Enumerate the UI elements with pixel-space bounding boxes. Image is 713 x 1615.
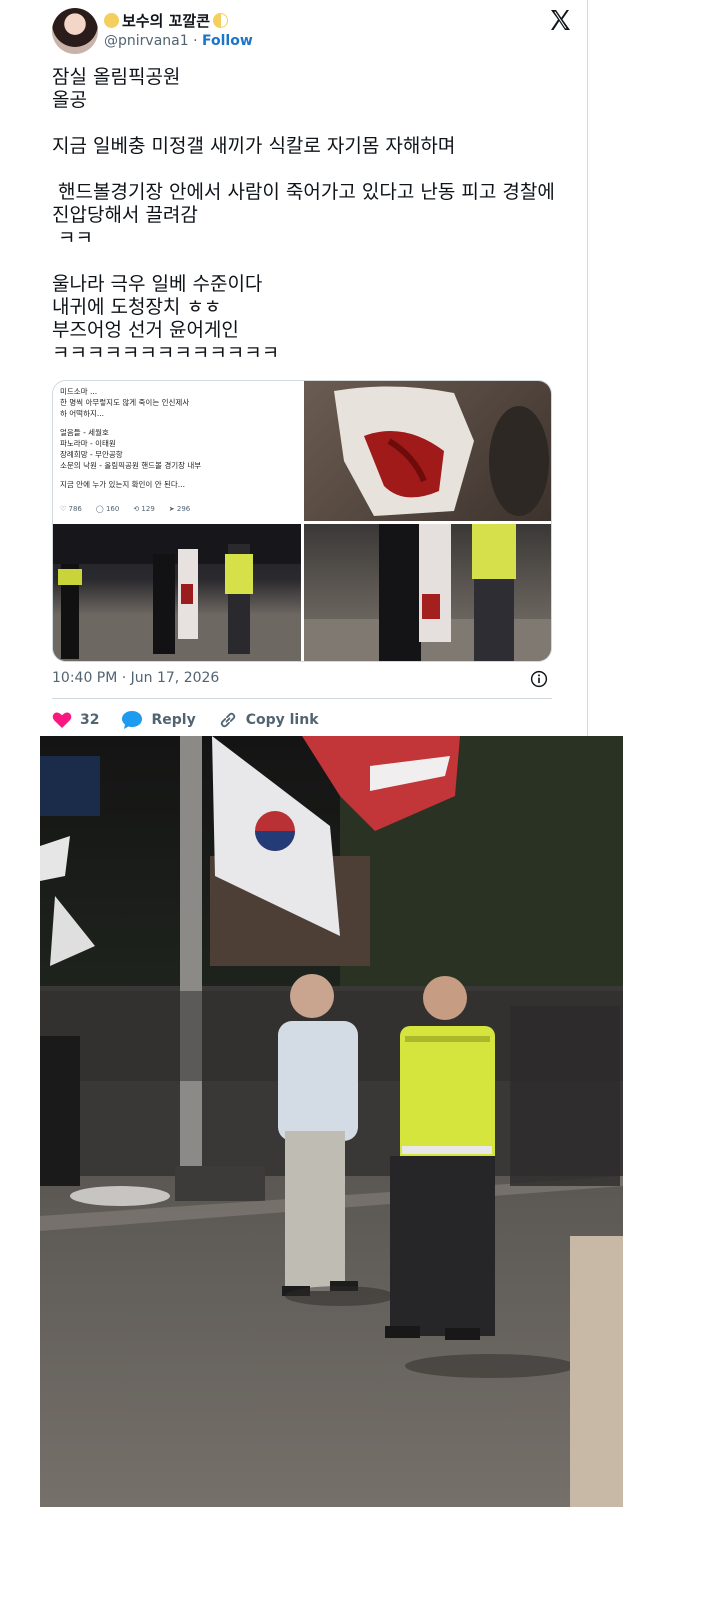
copy-link-button[interactable]: Copy link	[218, 710, 319, 730]
quote-line: 하 어떡하지...	[60, 409, 105, 418]
quote-stat-views: ➤ 296	[168, 505, 191, 513]
crowd-scene-image	[40, 736, 623, 1507]
display-name-line[interactable]: 보수의 꼬깔콘	[104, 10, 229, 31]
separator-dot: ·	[193, 33, 198, 49]
media-photo-bloody-shirt[interactable]	[304, 381, 551, 521]
follow-button[interactable]: Follow	[202, 33, 253, 49]
handle[interactable]: @pnirvana1	[104, 33, 189, 49]
bloody-shirt-image	[334, 386, 549, 516]
quote-line: 장례희망 - 무안공항	[60, 450, 123, 459]
info-icon[interactable]	[530, 670, 548, 688]
media-quote-screenshot[interactable]: 미드소마 ... 한 명씩 아무렇지도 않게 죽이는 인신제사하 어떡하지... 얼…	[53, 381, 301, 521]
quote-lines: 미드소마 ... 한 명씩 아무렇지도 않게 죽이는 인신제사하 어떡하지... 얼…	[60, 386, 294, 490]
quote-stat-replies: ◯ 160	[95, 505, 120, 513]
tweet-text-line: 핸드볼경기장 안에서 사람이 죽어가고 있다고 난동 피고 경찰에 진압당해서 …	[52, 181, 561, 226]
reply-button[interactable]: Reply	[121, 710, 196, 730]
quote-line: 한 명씩 아무렇지도 않게 죽이는 인신제사	[60, 398, 190, 407]
tweet-text-line: 올공	[52, 89, 87, 111]
quote-line: 소문의 낙원 - 올림픽공원 핸드볼 경기장 내부	[60, 461, 202, 470]
divider	[52, 698, 552, 699]
tweet-text-line: 부즈어엉 선거 윤어게인	[52, 319, 239, 341]
avatar[interactable]	[52, 8, 98, 54]
tweet-header: 보수의 꼬깔콘 @pnirvana1 · Follow	[52, 8, 572, 58]
display-name[interactable]: 보수의 꼬깔콘	[122, 10, 210, 31]
media-photo-police-1[interactable]	[53, 524, 301, 661]
quote-line: 지금 안에 누가 있는지 확인이 안 된다...	[60, 480, 185, 489]
tweet-text-clip: 잠실 올림픽공원 올공지금 일베충 미정갤 새끼가 식칼로 자기몸 자해하며 핸드…	[52, 66, 562, 362]
police-scene-image-1	[53, 524, 301, 661]
tweet-timestamp[interactable]: 10:40 PM · Jun 17, 2026	[52, 670, 219, 686]
quote-stat-reposts: ⟲ 129	[133, 505, 155, 513]
quote-line: 얼음들 - 세월호	[60, 428, 109, 437]
copy-link-label: Copy link	[245, 712, 319, 728]
tweet-text-line	[52, 158, 562, 181]
heart-icon	[52, 712, 72, 728]
tweet-text-line: ㅋㅋㅋㅋㅋㅋㅋㅋㅋㅋㅋㅋㅋ	[52, 342, 280, 362]
like-count: 32	[80, 712, 100, 728]
reply-label: Reply	[151, 712, 196, 728]
quote-stat-likes: ♡ 786	[60, 505, 82, 513]
quote-line: 미드소마 ...	[60, 387, 98, 396]
x-logo-icon[interactable]	[548, 8, 572, 32]
crescent-emoji-icon	[213, 13, 229, 28]
like-button[interactable]: 32	[52, 711, 99, 729]
tweet-card: 보수의 꼬깔콘 @pnirvana1 · Follow 잠실 올림픽공원 올공지금…	[40, 0, 588, 760]
media-grid[interactable]: 미드소마 ... 한 명씩 아무렇지도 않게 죽이는 인신제사하 어떡하지... 얼…	[52, 380, 552, 662]
moon-emoji-icon	[104, 13, 119, 28]
quote-gap	[60, 419, 294, 427]
action-bar: 32 Reply Copy link	[52, 708, 341, 732]
police-scene-image-2	[304, 524, 551, 661]
tweet-text-line: ㅋㅋ	[52, 227, 94, 249]
link-icon	[220, 712, 235, 728]
tweet-text-line	[52, 250, 562, 273]
handle-line: @pnirvana1 · Follow	[104, 33, 253, 49]
tweet-text-line	[52, 112, 562, 135]
crowd-photo	[40, 736, 623, 1507]
quote-gap	[60, 471, 294, 479]
quote-line: 파노라마 - 이태원	[60, 439, 116, 448]
tweet-text-line: 지금 일베충 미정갤 새끼가 식칼로 자기몸 자해하며	[52, 135, 456, 157]
tweet-text-line: 내귀에 도청장치 ㅎㅎ	[52, 296, 222, 318]
speech-bubble-icon	[122, 711, 143, 729]
media-photo-police-2[interactable]	[304, 524, 551, 661]
quote-stats: ♡ 786 ◯ 160 ⟲ 129 ➤ 296	[60, 504, 190, 515]
tweet-text: 잠실 올림픽공원 올공지금 일베충 미정갤 새끼가 식칼로 자기몸 자해하며 핸드…	[52, 66, 562, 362]
tweet-text-line: 울나라 극우 일베 수준이다	[52, 273, 263, 295]
tweet-text-line: 잠실 올림픽공원	[52, 66, 181, 88]
